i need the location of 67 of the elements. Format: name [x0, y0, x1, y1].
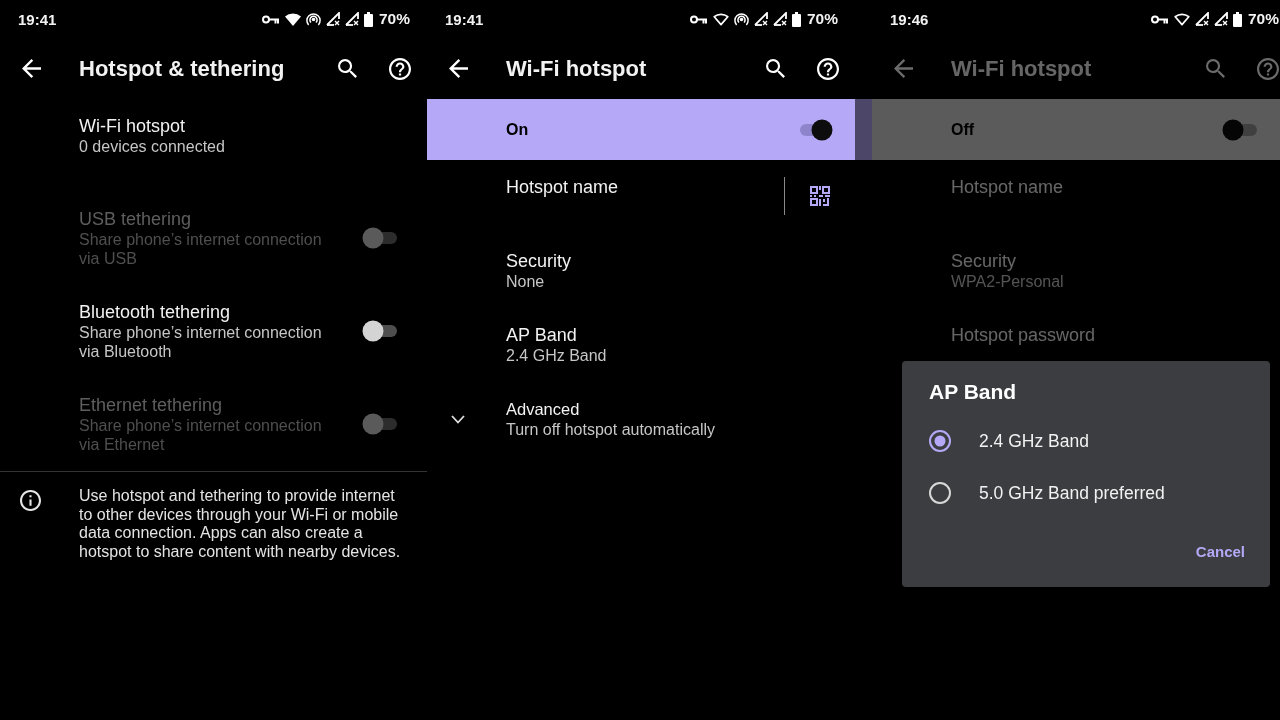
setting-title: USB tethering	[79, 209, 192, 230]
main-switch-bar[interactable]: On	[427, 99, 855, 160]
qr-code-icon[interactable]	[810, 186, 830, 206]
cancel-button[interactable]: Cancel	[1195, 535, 1245, 568]
status-time: 19:46	[890, 10, 929, 28]
setting-summary: WPA2-Personal	[951, 272, 1064, 291]
help-icon[interactable]	[389, 57, 411, 80]
radio-label[interactable]: 5.0 GHz Band preferred	[979, 482, 1165, 504]
radio-button[interactable]	[929, 482, 951, 504]
info-text: Use hotspot and tethering to provide internet to other devices through your Wi-Fi or mobile data connection. Apps can also create a hotspot to share content with nearby devices.	[79, 487, 402, 561]
battery-icon	[791, 11, 801, 27]
battery-percent: 70%	[1247, 10, 1279, 28]
setting-title: Advanced	[506, 399, 580, 420]
toggle-switch[interactable]	[797, 118, 833, 141]
setting-title: Hotspot password	[951, 325, 1096, 346]
setting-summary: None	[506, 272, 545, 291]
key-icon	[689, 14, 708, 24]
battery-percent: 70%	[806, 10, 838, 28]
wifi-icon	[284, 12, 301, 26]
setting-summary: 0 devices connected	[79, 137, 225, 156]
setting-summary: Turn off hotspot automatically	[506, 420, 715, 439]
app-bar-title: Wi-Fi hotspot	[506, 55, 647, 82]
main-switch-label: On	[506, 120, 529, 139]
app-bar-title: Wi-Fi hotspot	[951, 55, 1092, 82]
battery-percent: 70%	[378, 10, 410, 28]
search-icon[interactable]	[338, 59, 357, 78]
hotspot-icon	[305, 11, 321, 27]
signal-icon	[325, 12, 340, 26]
help-icon[interactable]	[817, 57, 839, 80]
setting-summary: Share phone’s internet connection via Ethernet	[79, 416, 323, 454]
signal-icon	[772, 12, 787, 26]
info-icon	[20, 490, 41, 511]
radio-button[interactable]	[929, 430, 951, 452]
key-icon	[1150, 14, 1169, 24]
setting-summary: Share phone’s internet connection via USB	[79, 230, 323, 268]
battery-icon	[1232, 11, 1242, 27]
setting-title: Ethernet tethering	[79, 395, 223, 416]
hotspot-icon	[733, 11, 749, 27]
radio-label[interactable]: 2.4 GHz Band	[979, 430, 1089, 452]
chevron-down-icon[interactable]	[451, 415, 465, 424]
setting-title: AP Band	[506, 325, 577, 346]
setting-summary: Share phone’s internet connection via Bluetooth	[79, 323, 323, 361]
wifi-icon	[712, 12, 729, 26]
signal-icon	[1213, 12, 1228, 26]
setting-summary: 2.4 GHz Band	[506, 346, 607, 365]
signal-icon	[1194, 12, 1209, 26]
battery-icon	[363, 11, 373, 27]
app-bar-title: Hotspot & tethering	[79, 55, 285, 82]
setting-title: Wi-Fi hotspot	[79, 116, 186, 137]
toggle-switch[interactable]	[362, 320, 398, 342]
search-icon[interactable]	[766, 59, 785, 78]
wifi-icon	[1173, 12, 1190, 26]
dialog-title: AP Band	[929, 380, 1017, 404]
setting-title: Security	[506, 251, 572, 272]
back-arrow-icon[interactable]	[22, 59, 41, 78]
back-arrow-icon[interactable]	[449, 59, 468, 78]
status-time: 19:41	[18, 10, 57, 28]
setting-title: Hotspot name	[951, 177, 1064, 198]
signal-icon	[344, 12, 359, 26]
setting-title: Bluetooth tethering	[79, 302, 231, 323]
status-time: 19:41	[445, 10, 484, 28]
main-switch-label: Off	[951, 120, 975, 139]
signal-icon	[753, 12, 768, 26]
setting-title: Hotspot name	[506, 177, 619, 198]
key-icon	[261, 14, 280, 24]
setting-title: Security	[951, 251, 1017, 272]
toggle-switch[interactable]	[1222, 118, 1258, 141]
